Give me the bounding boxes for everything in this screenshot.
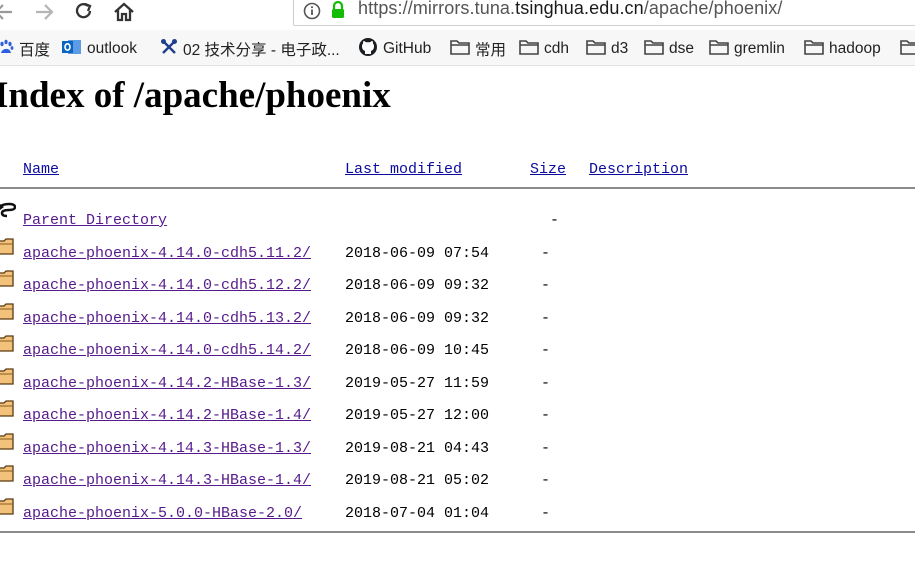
- folder-icon: [644, 39, 664, 60]
- modified-date: 2019-05-27 11:59: [345, 375, 490, 392]
- tools-icon: [160, 38, 178, 61]
- reload-button[interactable]: [72, 0, 96, 24]
- folder-icon: [519, 39, 539, 60]
- table-row: apache-phoenix-4.14.0-cdh5.11.2/ 2018-06…: [0, 238, 915, 271]
- bookmark-tech-share[interactable]: 02 技术分享 - 电子政...: [160, 38, 340, 60]
- modified-date: 2018-07-04 01:04: [345, 505, 490, 522]
- table-row: apache-phoenix-4.14.3-HBase-1.4/ 2019-08…: [0, 465, 915, 498]
- column-description-header[interactable]: Description: [589, 161, 688, 178]
- directory-link[interactable]: apache-phoenix-4.14.2-HBase-1.3/: [23, 375, 311, 392]
- file-size: -: [541, 505, 551, 522]
- bookmark-folder-dse[interactable]: dse: [644, 38, 694, 60]
- modified-date: 2018-06-09 10:45: [345, 342, 490, 359]
- footer-divider: [0, 531, 915, 533]
- folder-icon: [0, 430, 14, 457]
- back-folder-icon: [0, 200, 17, 227]
- column-size-header[interactable]: Size: [530, 161, 566, 178]
- folder-icon: [0, 365, 14, 392]
- bookmarks-bar: 百度 outlook 02 技术分享 - 电子政... GitHub 常用 cd…: [0, 30, 915, 66]
- folder-icon: [0, 300, 14, 327]
- bookmark-folder-hadoop[interactable]: hadoop: [804, 38, 881, 60]
- modified-date: 2019-08-21 05:02: [345, 472, 490, 489]
- file-size: -: [541, 407, 551, 424]
- forward-button[interactable]: [32, 0, 56, 24]
- baidu-icon: [0, 39, 14, 60]
- back-arrow-icon: [0, 4, 12, 20]
- folder-icon: [900, 39, 915, 60]
- bookmark-folder-cdh[interactable]: cdh: [519, 38, 569, 60]
- browser-toolbar: https://mirrors.tuna.tsinghua.edu.cn/apa…: [0, 0, 915, 30]
- folder-icon: [709, 39, 729, 60]
- directory-link[interactable]: apache-phoenix-4.14.0-cdh5.14.2/: [23, 342, 311, 359]
- file-size: -: [541, 375, 551, 392]
- home-button[interactable]: [112, 0, 136, 24]
- file-size: -: [541, 277, 551, 294]
- forward-arrow-icon: [36, 4, 54, 20]
- bookmark-baidu[interactable]: 百度: [0, 38, 50, 60]
- folder-icon: [0, 267, 14, 294]
- column-name-header[interactable]: Name: [23, 161, 59, 178]
- address-bar[interactable]: https://mirrors.tuna.tsinghua.edu.cn/apa…: [293, 0, 915, 26]
- directory-link[interactable]: apache-phoenix-5.0.0-HBase-2.0/: [23, 505, 302, 522]
- parent-directory-link[interactable]: Parent Directory: [23, 212, 167, 229]
- column-modified-header[interactable]: Last modified: [345, 161, 462, 178]
- table-row: apache-phoenix-4.14.0-cdh5.13.2/ 2018-06…: [0, 303, 915, 336]
- reload-icon: [75, 2, 92, 19]
- sort-by-modified-link[interactable]: Last modified: [345, 161, 462, 178]
- file-size: -: [541, 342, 551, 359]
- parent-directory-row: Parent Directory -: [0, 202, 915, 238]
- github-icon: [358, 37, 378, 62]
- table-row: apache-phoenix-4.14.0-cdh5.12.2/ 2018-06…: [0, 270, 915, 303]
- table-row: apache-phoenix-5.0.0-HBase-2.0/ 2018-07-…: [0, 498, 915, 531]
- home-icon: [114, 2, 134, 22]
- parent-size: -: [550, 212, 560, 229]
- bookmark-folder-common[interactable]: 常用: [450, 38, 506, 60]
- modified-date: 2019-05-27 12:00: [345, 407, 490, 424]
- folder-icon: [0, 495, 14, 522]
- modified-date: 2019-08-21 04:43: [345, 440, 490, 457]
- file-size: -: [541, 440, 551, 457]
- secure-lock-icon[interactable]: [330, 0, 346, 20]
- directory-link[interactable]: apache-phoenix-4.14.2-HBase-1.4/: [23, 407, 311, 424]
- directory-link[interactable]: apache-phoenix-4.14.0-cdh5.13.2/: [23, 310, 311, 327]
- page-title: Index of /apache/phoenix: [0, 75, 391, 116]
- folder-icon: [450, 39, 470, 60]
- url-text: https://mirrors.tuna.tsinghua.edu.cn/apa…: [358, 0, 783, 18]
- header-divider: [0, 187, 915, 189]
- bookmark-folder-overflow[interactable]: [900, 38, 915, 60]
- file-size: -: [541, 472, 551, 489]
- sort-by-description-link[interactable]: Description: [589, 161, 688, 178]
- modified-date: 2018-06-09 07:54: [345, 245, 490, 262]
- file-size: -: [541, 245, 551, 262]
- folder-icon: [0, 332, 14, 359]
- sort-by-size-link[interactable]: Size: [530, 161, 566, 178]
- bookmark-outlook[interactable]: outlook: [62, 38, 137, 60]
- folder-icon: [0, 462, 14, 489]
- directory-link[interactable]: apache-phoenix-4.14.0-cdh5.11.2/: [23, 245, 311, 262]
- modified-date: 2018-06-09 09:32: [345, 310, 490, 327]
- sort-by-name-link[interactable]: Name: [23, 161, 59, 178]
- table-row: apache-phoenix-4.14.2-HBase-1.4/ 2019-05…: [0, 400, 915, 433]
- folder-icon: [0, 397, 14, 424]
- table-row: apache-phoenix-4.14.2-HBase-1.3/ 2019-05…: [0, 368, 915, 401]
- bookmark-github[interactable]: GitHub: [358, 37, 431, 62]
- site-info-icon[interactable]: [303, 2, 321, 20]
- back-button[interactable]: [0, 0, 16, 24]
- modified-date: 2018-06-09 09:32: [345, 277, 490, 294]
- directory-link[interactable]: apache-phoenix-4.14.3-HBase-1.3/: [23, 440, 311, 457]
- table-row: apache-phoenix-4.14.3-HBase-1.3/ 2019-08…: [0, 433, 915, 466]
- bookmark-folder-d3[interactable]: d3: [586, 38, 628, 60]
- bookmark-folder-gremlin[interactable]: gremlin: [709, 38, 785, 60]
- folder-icon: [804, 39, 824, 60]
- outlook-icon: [62, 38, 82, 61]
- directory-link[interactable]: apache-phoenix-4.14.3-HBase-1.4/: [23, 472, 311, 489]
- table-row: apache-phoenix-4.14.0-cdh5.14.2/ 2018-06…: [0, 335, 915, 368]
- directory-link[interactable]: apache-phoenix-4.14.0-cdh5.12.2/: [23, 277, 311, 294]
- folder-icon: [0, 235, 14, 262]
- file-size: -: [541, 310, 551, 327]
- folder-icon: [586, 39, 606, 60]
